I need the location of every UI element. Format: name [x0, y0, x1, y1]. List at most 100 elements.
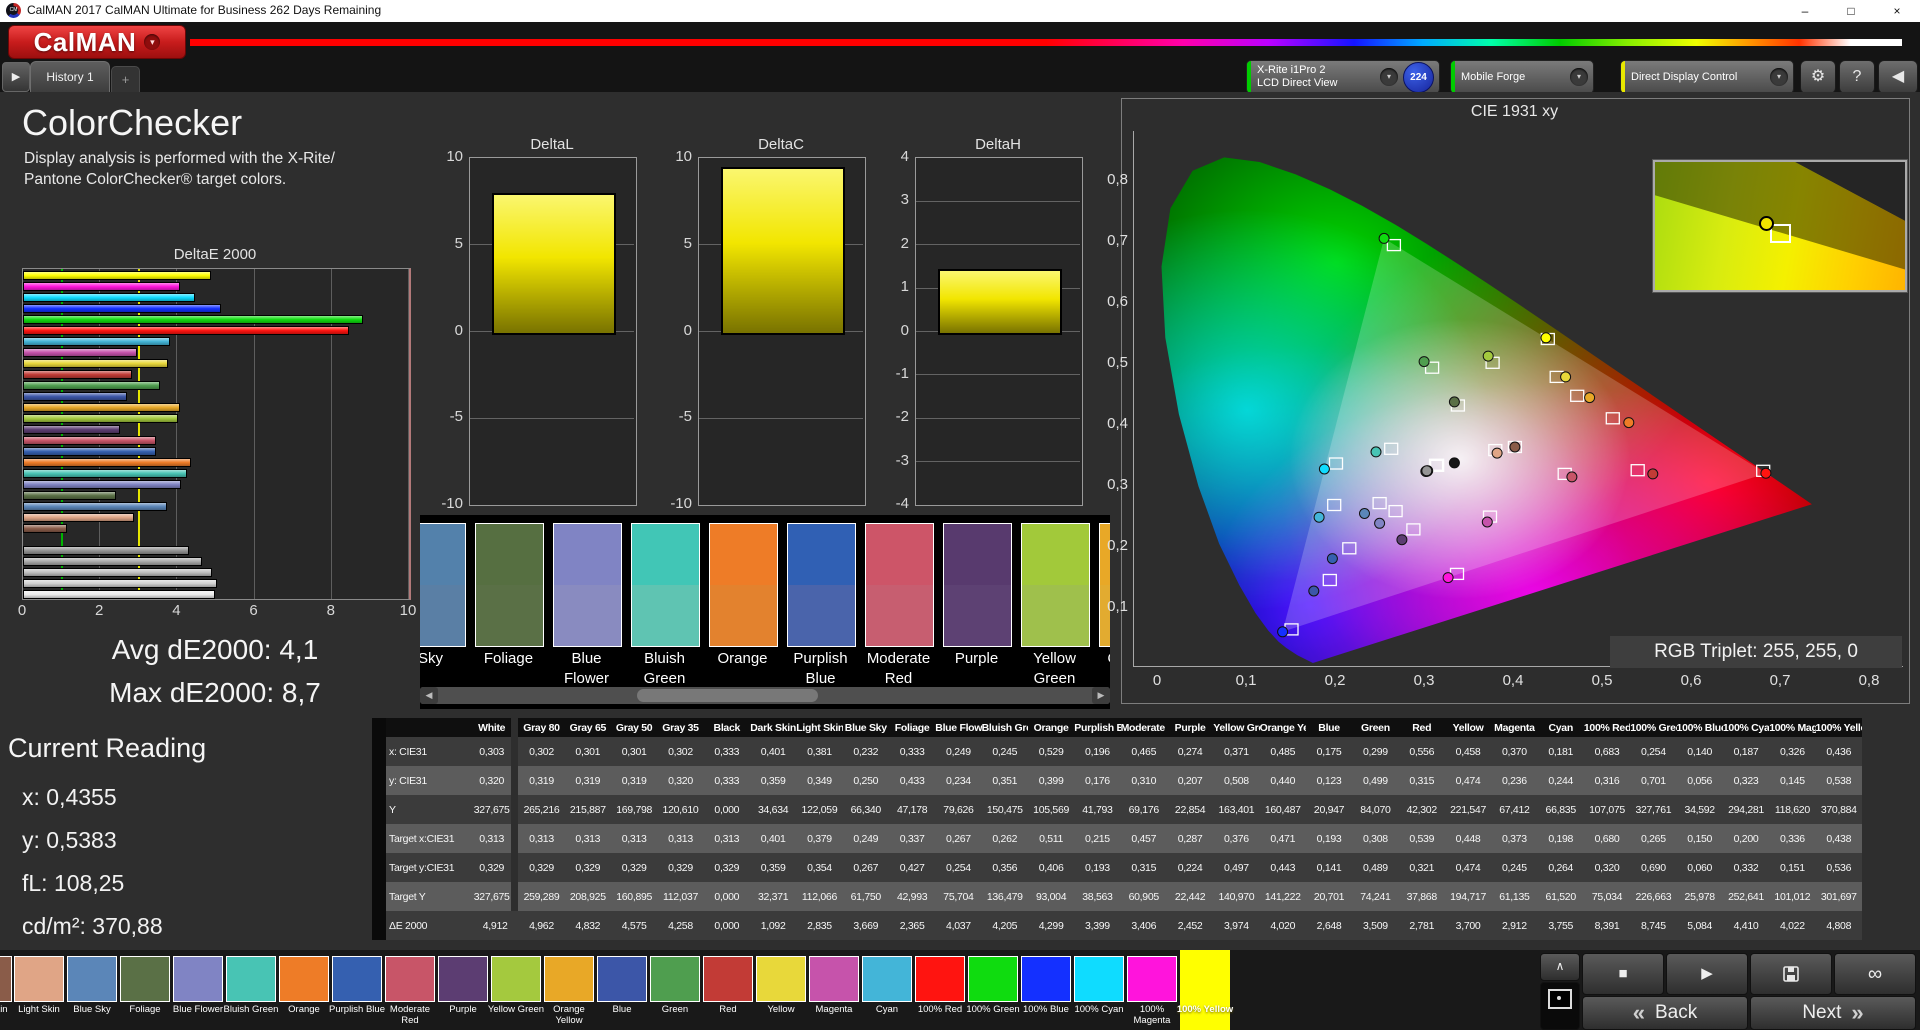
- table-row-label: y: CIE31: [379, 766, 472, 795]
- collapse-bar-button[interactable]: ∧: [1540, 953, 1580, 981]
- table-cell: 0,140: [1676, 737, 1723, 766]
- bottom-patch-purplish-blue[interactable]: Purplish Blue: [329, 950, 385, 1030]
- table-cell: 0,329: [610, 853, 658, 882]
- deltae-bar: [23, 403, 181, 412]
- table-column-header: Gray 50: [610, 718, 658, 737]
- patch-swatch-moderate-red[interactable]: Moderate Red: [865, 515, 934, 687]
- bottom-patch-orange-yellow[interactable]: Orange Yellow: [544, 950, 594, 1030]
- delta-value-bar: [938, 268, 1062, 336]
- patch-label: Red: [719, 1004, 737, 1015]
- bottom-patch-100-yellow[interactable]: 100% Yellow: [1177, 950, 1233, 1030]
- bottom-patch-100-red[interactable]: 100% Red: [915, 950, 965, 1030]
- patch-color: [1074, 956, 1124, 1002]
- patch-swatch-yellow-green[interactable]: Yellow Green: [1021, 515, 1090, 687]
- back-button[interactable]: « Back: [1582, 996, 1748, 1030]
- patch-label: Moderate Red: [389, 1004, 431, 1026]
- cie-measured-point: [1370, 446, 1382, 458]
- delta-gridline: [699, 417, 863, 419]
- deltae-bar: [23, 469, 188, 478]
- bottom-patch-purple[interactable]: Purple: [438, 950, 488, 1030]
- table-cell: 0,349: [796, 766, 843, 795]
- patch-swatch-orange[interactable]: Orange: [709, 515, 778, 675]
- deltae-bar: [23, 282, 181, 291]
- bottom-patch-100-green[interactable]: 100% Green: [966, 950, 1020, 1030]
- pattern-window-button[interactable]: [1540, 982, 1580, 1030]
- settings-button[interactable]: ⚙: [1800, 60, 1836, 94]
- bottom-patch-foliage[interactable]: Foliage: [120, 950, 170, 1030]
- maximize-button[interactable]: □: [1828, 0, 1874, 22]
- collapse-panel-button[interactable]: ◀: [1878, 60, 1918, 94]
- scroll-left-arrow[interactable]: ◀: [420, 687, 438, 704]
- bottom-patch-light-skin[interactable]: Light Skin: [14, 950, 64, 1030]
- bottom-patch-dark-skin[interactable]: Dark Skin: [0, 950, 12, 1030]
- table-cell: 79,626: [935, 795, 982, 824]
- continuous-measure-button[interactable]: ∞: [1834, 953, 1916, 995]
- scroll-right-arrow[interactable]: ▶: [1092, 687, 1110, 704]
- table-cell: 20,947: [1305, 795, 1353, 824]
- cie-x-tick-label: 0,3: [1413, 672, 1435, 689]
- bottom-patch-blue[interactable]: Blue: [597, 950, 647, 1030]
- meter-dropdown[interactable]: X-Rite i1Pro 2 LCD Direct View ▾ 224: [1246, 60, 1440, 94]
- table-cell: 0,333: [703, 737, 750, 766]
- deltae-bar: [23, 359, 168, 368]
- table-column-header: Gray 35: [657, 718, 704, 737]
- scrollbar-thumb[interactable]: [637, 689, 818, 702]
- close-button[interactable]: ×: [1874, 0, 1920, 22]
- table-cell: 0,458: [1444, 737, 1492, 766]
- patch-swatch-bluish-green[interactable]: Bluish Green: [631, 515, 700, 687]
- bottom-patch-100-cyan[interactable]: 100% Cyan: [1074, 950, 1124, 1030]
- bottom-patch-yellow-green[interactable]: Yellow Green: [488, 950, 544, 1030]
- bottom-patch-100-magenta[interactable]: 100% Magenta: [1127, 950, 1177, 1030]
- patch-swatch-foliage[interactable]: Foliage: [475, 515, 544, 675]
- swatch-label: Moderate Red: [866, 650, 931, 687]
- bottom-patch-blue-sky[interactable]: Blue Sky: [67, 950, 117, 1030]
- table-cell: 226,663: [1630, 882, 1677, 911]
- calman-menu-button[interactable]: CalMAN ▾: [8, 25, 186, 59]
- minimize-button[interactable]: –: [1782, 0, 1828, 22]
- bottom-patch-green[interactable]: Green: [650, 950, 700, 1030]
- cie-measured-point: [1318, 463, 1330, 475]
- delta-y-tick-label: -5: [678, 408, 692, 426]
- patch-color: [650, 956, 700, 1002]
- cie-y-tick-label: 0,2: [1107, 537, 1128, 554]
- bottom-patch-cyan[interactable]: Cyan: [862, 950, 912, 1030]
- table-column-header: 100% Cyan: [1722, 718, 1770, 737]
- cie-measured-point: [1359, 508, 1370, 519]
- table-cell: 0,299: [1352, 737, 1399, 766]
- table-cell: 0,245: [981, 737, 1028, 766]
- meter-count-badge[interactable]: 224: [1403, 61, 1434, 93]
- swatch: [865, 523, 934, 647]
- tab-history-1[interactable]: History 1: [30, 61, 110, 93]
- add-tab-button[interactable]: +: [111, 66, 140, 93]
- bottom-patch-bluish-green[interactable]: Bluish Green: [224, 950, 278, 1030]
- table-cell: 0,373: [1491, 824, 1538, 853]
- save-button[interactable]: [1750, 953, 1832, 995]
- patch-swatch-purplish-blue[interactable]: Purplish Blue: [787, 515, 856, 687]
- bottom-patch-yellow[interactable]: Yellow: [756, 950, 806, 1030]
- patch-label: 100% Blue: [1023, 1004, 1069, 1015]
- patch-swatch-purple[interactable]: Purple: [943, 515, 1012, 675]
- panel-expander-button[interactable]: ▶: [2, 62, 30, 92]
- table-row-label: Target x:CIE31: [379, 824, 472, 853]
- table-column-header: Black: [703, 718, 750, 737]
- cie-y-tick-label: 0,1: [1107, 598, 1128, 615]
- bottom-patch-red[interactable]: Red: [703, 950, 753, 1030]
- bottom-patch-orange[interactable]: Orange: [279, 950, 329, 1030]
- table-cell: 37,868: [1398, 882, 1445, 911]
- table-cell: 93,004: [1027, 882, 1075, 911]
- patch-swatch-blue-flower[interactable]: Blue Flower: [553, 515, 622, 687]
- bottom-patch-magenta[interactable]: Magenta: [809, 950, 859, 1030]
- bottom-patch-blue-flower[interactable]: Blue Flower: [173, 950, 223, 1030]
- play-button[interactable]: ▶: [1666, 953, 1748, 995]
- next-button[interactable]: Next »: [1750, 996, 1916, 1030]
- display-control-dropdown[interactable]: Direct Display Control ▾: [1620, 60, 1794, 94]
- bottom-patch-moderate-red[interactable]: Moderate Red: [385, 950, 435, 1030]
- patch-color: [491, 956, 541, 1002]
- table-cell: 4,258: [657, 911, 704, 940]
- source-dropdown[interactable]: Mobile Forge ▾: [1450, 60, 1594, 94]
- bottom-patch-100-blue[interactable]: 100% Blue: [1021, 950, 1071, 1030]
- stop-button[interactable]: ■: [1582, 953, 1664, 995]
- help-button[interactable]: ?: [1839, 60, 1875, 94]
- table-cell: 84,070: [1352, 795, 1399, 824]
- patch-swatch-sky[interactable]: Sky: [420, 515, 466, 675]
